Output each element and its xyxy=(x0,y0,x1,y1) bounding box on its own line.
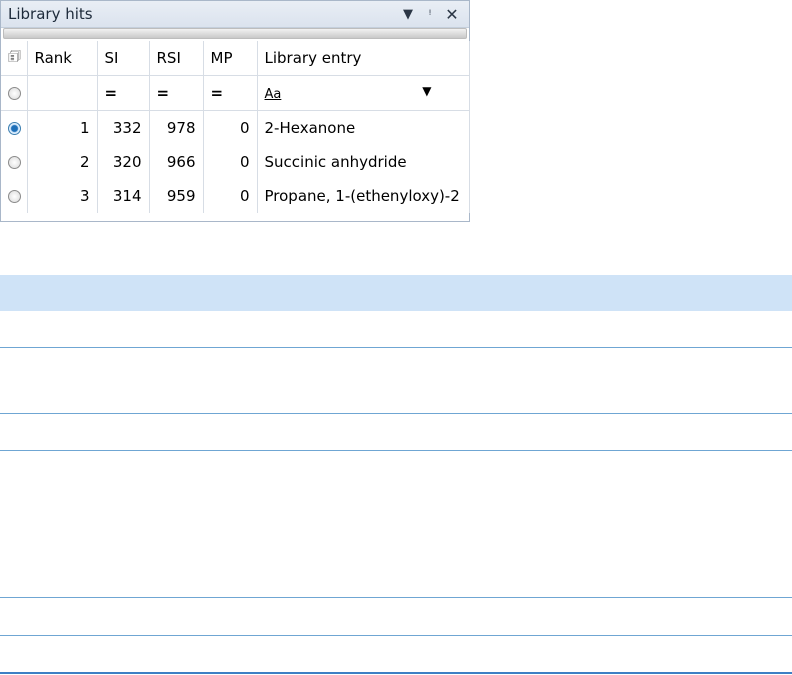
filter-dropdown-icon[interactable]: ▼ xyxy=(422,84,431,98)
cell-mp: 0 xyxy=(203,145,258,179)
filter-rank[interactable] xyxy=(27,75,98,111)
table-row[interactable]: 3 314 959 0 Propane, 1-(ethenyloxy)-2 xyxy=(1,179,470,213)
column-chooser-icon[interactable]: 🗊 xyxy=(1,41,28,76)
table-rule xyxy=(0,413,792,414)
cell-library-entry: Succinic anhydride xyxy=(257,145,470,179)
row-select-radio[interactable] xyxy=(8,190,21,203)
row-select-radio[interactable] xyxy=(8,156,21,169)
table-bottom-rule xyxy=(0,672,792,674)
column-header-si[interactable]: SI xyxy=(97,41,150,76)
column-header-library-entry[interactable]: Library entry xyxy=(257,41,470,76)
table-rule xyxy=(0,450,792,451)
library-hits-panel: Library hits ▼ ᵎ ✕ 🗊 Rank SI RSI MP Libr… xyxy=(0,0,470,222)
filter-si[interactable]: = xyxy=(97,75,150,111)
table-rule xyxy=(0,635,792,636)
column-header-rsi[interactable]: RSI xyxy=(149,41,204,76)
table-row[interactable]: 1 332 978 0 2-Hexanone xyxy=(1,110,470,145)
filter-mp[interactable]: = xyxy=(203,75,258,111)
close-icon[interactable]: ✕ xyxy=(441,5,463,24)
filter-rsi[interactable]: = xyxy=(149,75,204,111)
library-hits-table: 🗊 Rank SI RSI MP Library entry = = = Aa … xyxy=(1,41,470,213)
filter-radio[interactable] xyxy=(8,87,21,100)
table-header-row: 🗊 Rank SI RSI MP Library entry xyxy=(1,41,470,76)
cell-si: 332 xyxy=(97,110,150,145)
pin-icon[interactable]: ᵎ xyxy=(419,7,441,22)
filter-library-entry[interactable]: Aa ▼ xyxy=(257,75,470,111)
table-header-band xyxy=(0,275,792,311)
row-select-radio[interactable] xyxy=(8,122,21,135)
cell-rsi: 959 xyxy=(149,179,204,213)
cell-rank: 2 xyxy=(27,145,98,179)
column-header-rank[interactable]: Rank xyxy=(27,41,98,76)
table-rule xyxy=(0,347,792,348)
filter-row: = = = Aa ▼ xyxy=(1,75,470,111)
toolbar-strip xyxy=(3,28,467,39)
panel-title: Library hits xyxy=(8,5,93,23)
panel-titlebar: Library hits ▼ ᵎ ✕ xyxy=(1,1,469,28)
cell-si: 314 xyxy=(97,179,150,213)
text-filter-icon: Aa xyxy=(264,87,282,102)
cell-rank: 1 xyxy=(27,110,98,145)
table-rule xyxy=(0,597,792,598)
cell-mp: 0 xyxy=(203,110,258,145)
cell-library-entry: Propane, 1-(ethenyloxy)-2 xyxy=(257,179,470,213)
cell-rank: 3 xyxy=(27,179,98,213)
window-position-dropdown-icon[interactable]: ▼ xyxy=(397,7,419,22)
cell-si: 320 xyxy=(97,145,150,179)
table-row[interactable]: 2 320 966 0 Succinic anhydride xyxy=(1,145,470,179)
cell-rsi: 966 xyxy=(149,145,204,179)
column-header-mp[interactable]: MP xyxy=(203,41,258,76)
cell-mp: 0 xyxy=(203,179,258,213)
cell-library-entry: 2-Hexanone xyxy=(257,110,470,145)
cell-rsi: 978 xyxy=(149,110,204,145)
